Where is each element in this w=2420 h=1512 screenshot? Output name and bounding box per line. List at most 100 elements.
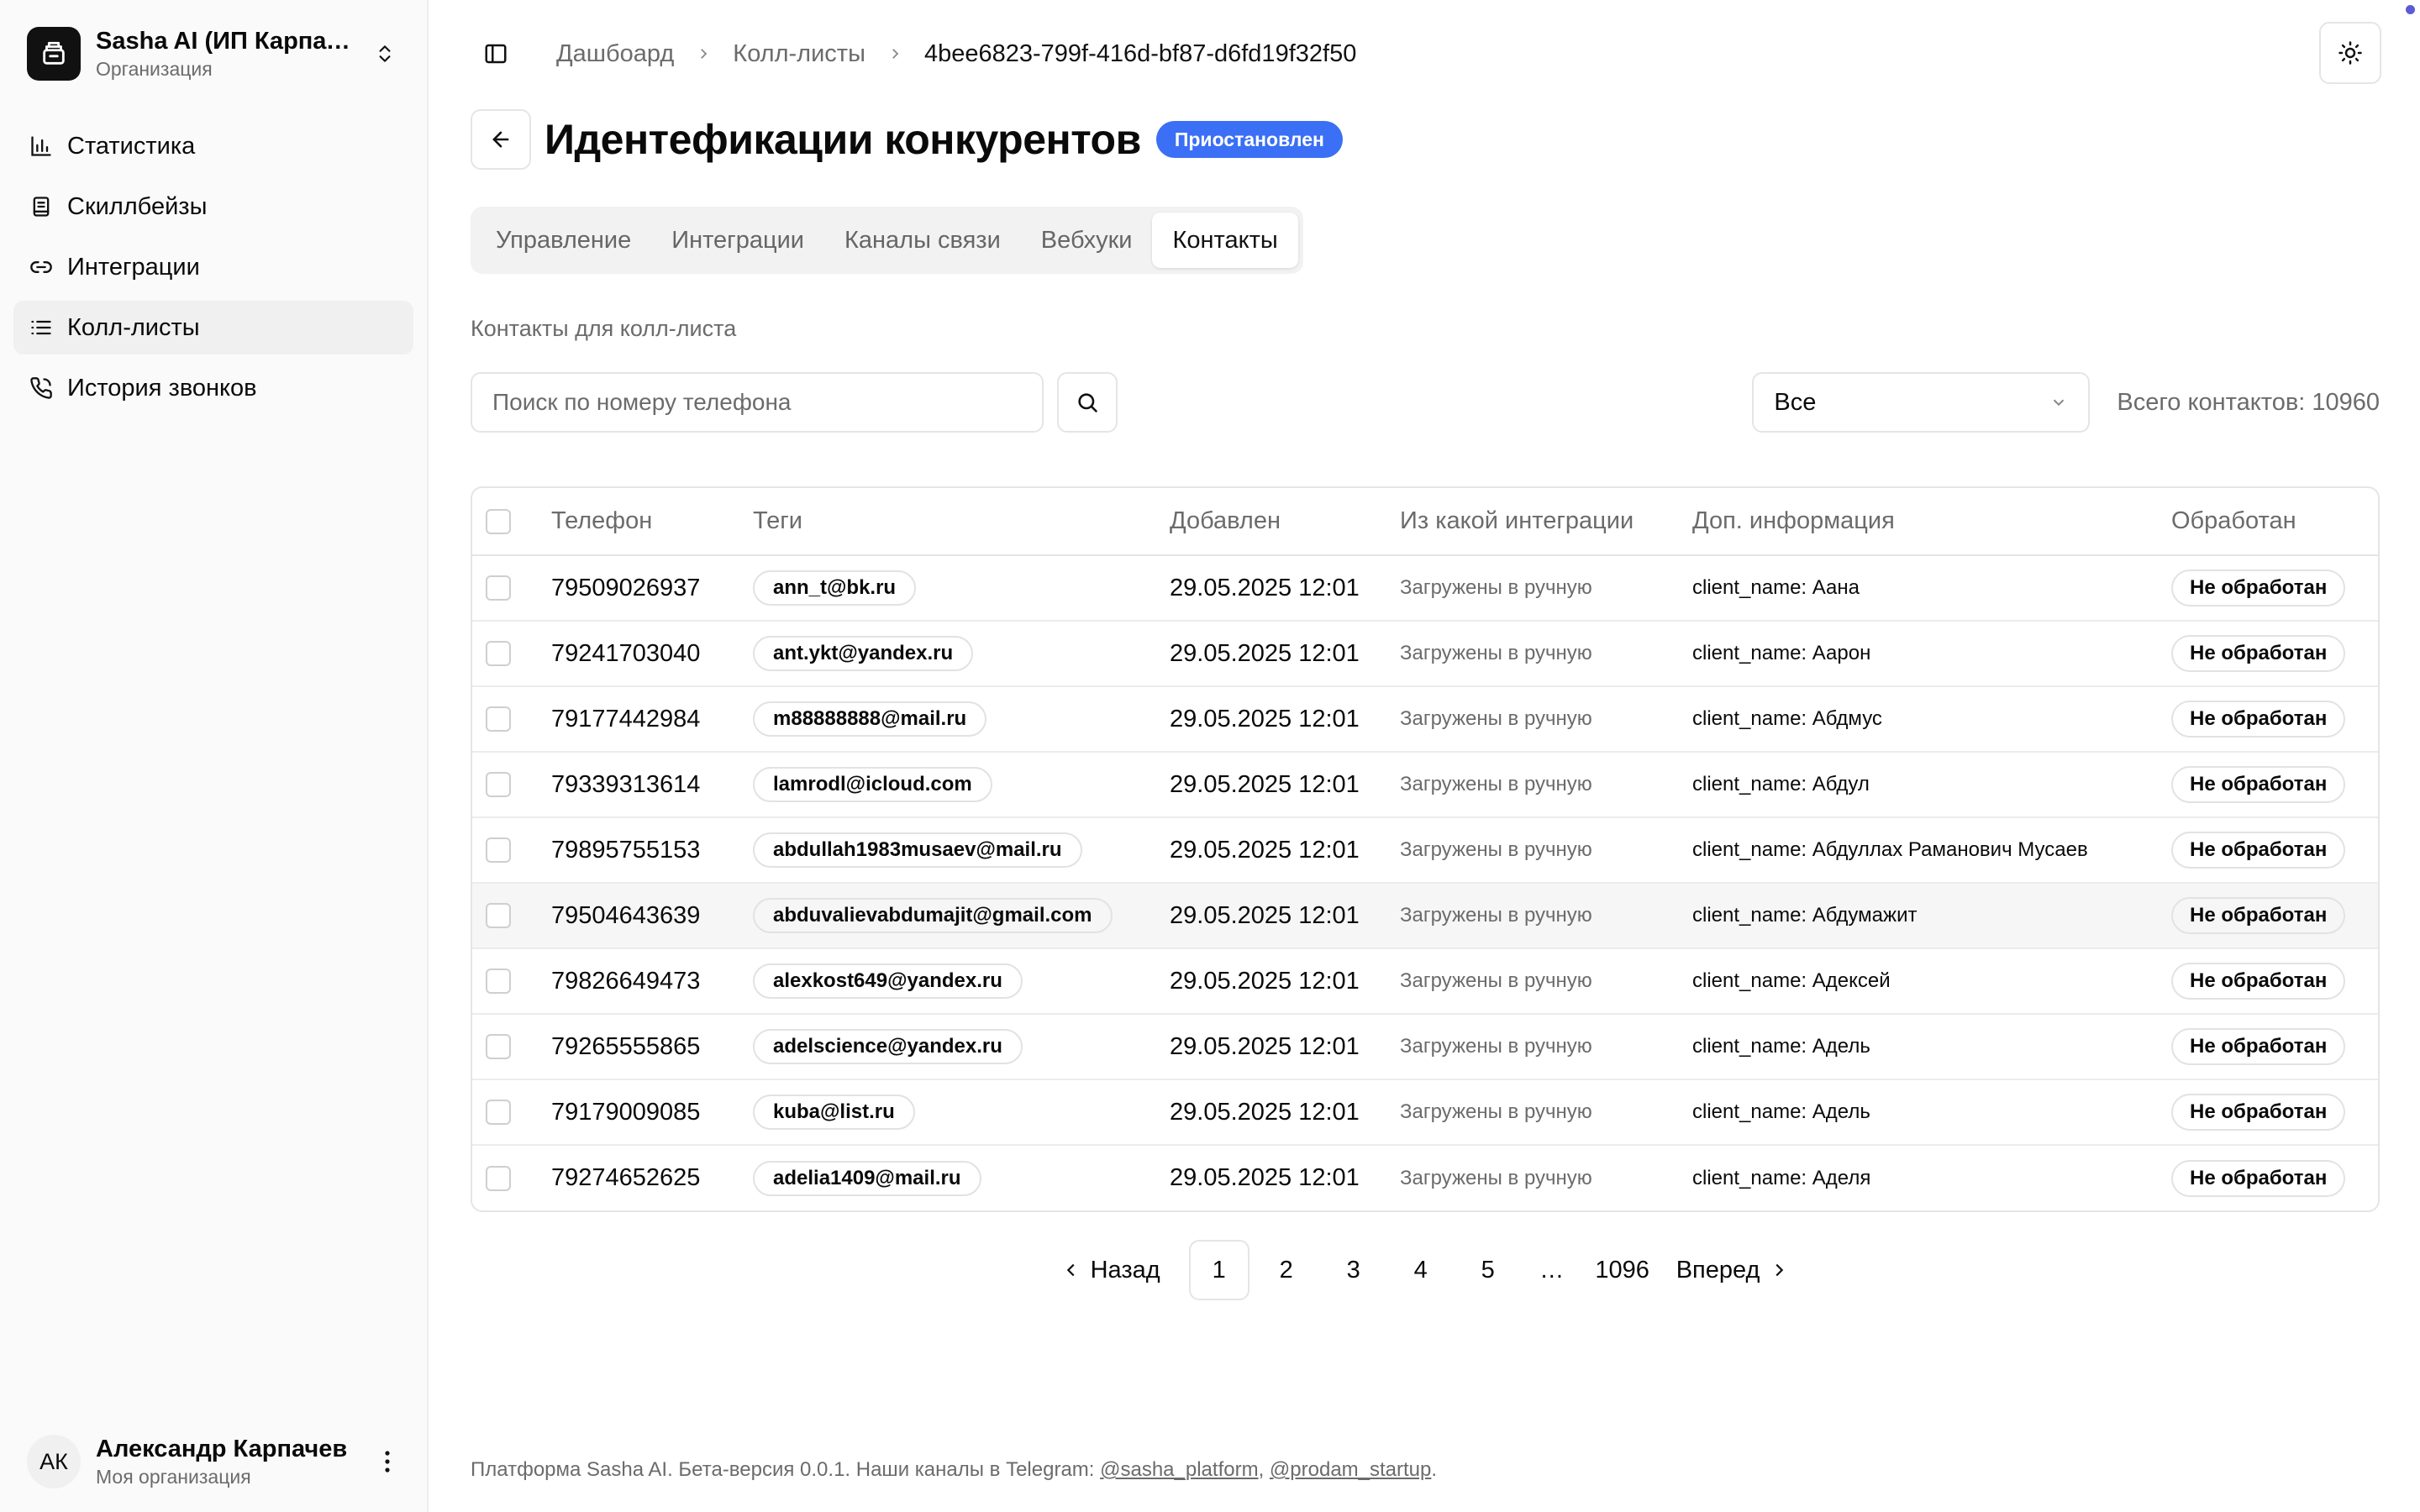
next-page-button[interactable]: Вперед <box>1663 1257 1802 1284</box>
column-source: Из какой интеграции <box>1400 488 1692 556</box>
chevron-right-icon <box>696 46 711 61</box>
cell-info: client_name: Аарон <box>1692 621 2171 687</box>
table-row[interactable]: 79826649473 alexkost649@yandex.ru 29.05.20… <box>472 948 2378 1015</box>
tab-contacts[interactable]: Контакты <box>1152 213 1298 268</box>
table-row[interactable]: 79339313614 lamrodl@icloud.com 29.05.2025 … <box>472 752 2378 818</box>
page-5-button[interactable]: 5 <box>1458 1240 1518 1300</box>
select-all-checkbox[interactable] <box>486 508 511 534</box>
cell-source: Загружены в ручную <box>1400 555 1692 622</box>
page-last-button[interactable]: 1096 <box>1586 1240 1660 1300</box>
footer-end: . <box>1431 1458 1438 1481</box>
search-input[interactable] <box>471 372 1044 433</box>
theme-toggle-button[interactable] <box>2319 22 2381 84</box>
breadcrumb: Дашбоард Колл-листы 4bee6823-799f-416d-b… <box>556 40 1356 68</box>
cell-tags: ant.ykt@yandex.ru <box>753 621 1170 687</box>
row-checkbox[interactable] <box>486 969 511 994</box>
tag-badge: lamrodl@icloud.com <box>753 767 992 802</box>
tab-webhooks[interactable]: Вебхуки <box>1021 213 1153 268</box>
cell-tags: m88888888@mail.ru <box>753 686 1170 753</box>
sidebar-toggle-icon[interactable] <box>479 37 513 71</box>
more-vertical-icon[interactable] <box>375 1449 400 1474</box>
table-row[interactable]: 79895755153 abdullah1983musaev@mail.ru 29.… <box>472 817 2378 884</box>
table-row[interactable]: 79179009085 kuba@list.ru 29.05.2025 12:01 З… <box>472 1079 2378 1146</box>
tag-badge: adelscience@yandex.ru <box>753 1029 1023 1064</box>
page-2-button[interactable]: 2 <box>1256 1240 1317 1300</box>
info-value: Адель <box>1812 1035 1870 1058</box>
search-button[interactable] <box>1057 372 1118 433</box>
status-badge: Приостановлен <box>1155 121 1343 158</box>
filter-select-value: Все <box>1774 388 1817 416</box>
row-checkbox[interactable] <box>486 772 511 797</box>
page-3-button[interactable]: 3 <box>1323 1240 1384 1300</box>
sidebar-item-skillbases[interactable]: Скиллбейзы <box>13 180 413 234</box>
org-switcher[interactable]: Sasha AI (ИП Карпаче... Организация <box>0 0 427 84</box>
next-page-label: Вперед <box>1676 1256 1760 1284</box>
cell-phone: 79241703040 <box>551 621 753 687</box>
row-checkbox[interactable] <box>486 706 511 732</box>
prev-page-label: Назад <box>1090 1256 1160 1284</box>
chevrons-up-down-icon[interactable] <box>370 39 400 69</box>
row-checkbox[interactable] <box>486 575 511 601</box>
total-contacts: Всего контактов: 10960 <box>2117 388 2380 416</box>
table-row[interactable]: 79504643639 abduvalievabdumajit@gmail.com… <box>472 883 2378 949</box>
page-1-button[interactable]: 1 <box>1188 1240 1249 1300</box>
table-row[interactable]: 79265555865 adelscience@yandex.ru 29.05.20… <box>472 1014 2378 1080</box>
cell-tags: kuba@list.ru <box>753 1079 1170 1146</box>
link-icon <box>29 255 54 280</box>
processed-badge: Не обработан <box>2171 570 2346 606</box>
cell-phone: 79179009085 <box>551 1079 753 1146</box>
cell-source: Загружены в ручную <box>1400 1079 1692 1146</box>
info-value: Аарон <box>1812 642 1871 664</box>
table-header-row: Телефон Теги Добавлен Из какой интеграци… <box>472 488 2378 556</box>
row-checkbox[interactable] <box>486 641 511 666</box>
cell-source: Загружены в ручную <box>1400 1014 1692 1080</box>
cell-processed: Не обработан <box>2171 1145 2378 1210</box>
telegram-link-prodam-startup[interactable]: @prodam_startup <box>1270 1458 1431 1481</box>
row-checkbox[interactable] <box>486 1165 511 1191</box>
list-icon <box>29 315 54 340</box>
cell-source: Загружены в ручную <box>1400 752 1692 818</box>
table-row[interactable]: 79274652625 adelia1409@mail.ru 29.05.2025 … <box>472 1145 2378 1210</box>
cell-added: 29.05.2025 12:01 <box>1170 817 1400 884</box>
user-menu[interactable]: АК Александр Карпачев Моя организация <box>27 1430 400 1494</box>
row-checkbox[interactable] <box>486 837 511 863</box>
cell-tags: abdullah1983musaev@mail.ru <box>753 817 1170 884</box>
cell-added: 29.05.2025 12:01 <box>1170 883 1400 949</box>
breadcrumb-call-lists[interactable]: Колл-листы <box>733 40 865 68</box>
search-icon <box>1078 393 1097 412</box>
tag-badge: ann_t@bk.ru <box>753 570 917 606</box>
sidebar-item-integrations[interactable]: Интеграции <box>13 240 413 294</box>
tab-channels[interactable]: Каналы связи <box>824 213 1021 268</box>
breadcrumb-dashboard[interactable]: Дашбоард <box>556 40 674 68</box>
prev-page-button[interactable]: Назад <box>1049 1257 1174 1284</box>
tabs: Управление Интеграции Каналы связи Вебху… <box>471 207 1303 274</box>
table-row[interactable]: 79177442984 m88888888@mail.ru 29.05.2025 1… <box>472 686 2378 753</box>
processed-badge: Не обработан <box>2171 832 2346 869</box>
row-checkbox[interactable] <box>486 903 511 928</box>
tag-badge: adelia1409@mail.ru <box>753 1160 981 1196</box>
avatar: АК <box>27 1435 81 1488</box>
cell-processed: Не обработан <box>2171 555 2378 622</box>
tag-badge: kuba@list.ru <box>753 1095 915 1130</box>
telegram-link-sasha-platform[interactable]: @sasha_platform <box>1100 1458 1258 1481</box>
user-name: Александр Карпачев <box>96 1436 348 1462</box>
org-name: Sasha AI (ИП Карпаче... <box>96 28 361 55</box>
user-text: Александр Карпачев Моя организация <box>96 1434 375 1489</box>
sidebar-item-call-history[interactable]: История звонков <box>13 361 413 415</box>
table-row[interactable]: 79509026937 ann_t@bk.ru 29.05.2025 12:01 За… <box>472 555 2378 622</box>
table-row[interactable]: 79241703040 ant.ykt@yandex.ru 29.05.2025 1… <box>472 621 2378 687</box>
controls-row: Все Всего контактов: 10960 <box>471 372 2380 433</box>
tab-management[interactable]: Управление <box>476 213 651 268</box>
page-4-button[interactable]: 4 <box>1391 1240 1451 1300</box>
row-checkbox[interactable] <box>486 1100 511 1125</box>
chevron-left-icon <box>1066 1263 1075 1277</box>
sidebar-item-call-lists[interactable]: Колл-листы <box>13 301 413 354</box>
filter-select[interactable]: Все <box>1752 372 2091 433</box>
back-button[interactable] <box>471 109 531 170</box>
sidebar-item-statistics[interactable]: Статистика <box>13 119 413 173</box>
row-checkbox[interactable] <box>486 1034 511 1059</box>
sidebar-item-label: Скиллбейзы <box>67 192 208 220</box>
tab-integrations[interactable]: Интеграции <box>651 213 824 268</box>
sidebar-item-label: Интеграции <box>67 253 200 281</box>
cell-phone: 79339313614 <box>551 752 753 818</box>
